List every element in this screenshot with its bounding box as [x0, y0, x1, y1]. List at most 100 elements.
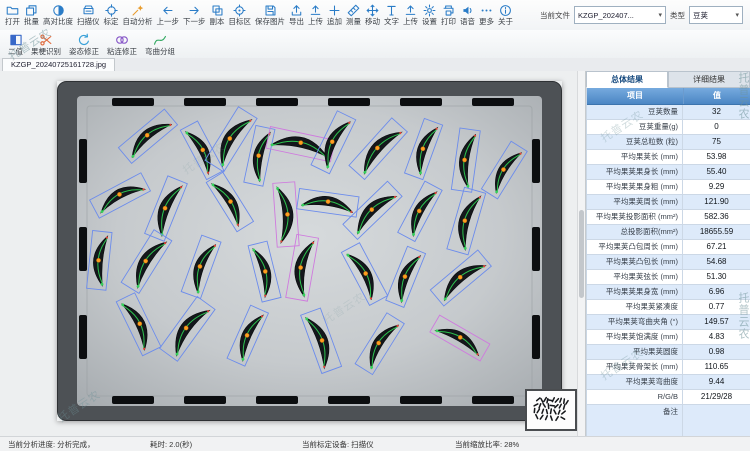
metric-label: 豆荚数量	[587, 105, 683, 119]
file-tab[interactable]: KZGP_20240725161728.jpg	[2, 58, 115, 71]
toolbar-button-upload[interactable]: 上传	[306, 2, 325, 29]
metric-label: R/G/B	[587, 390, 683, 404]
metric-label: 平均果荚紧凑度	[587, 300, 683, 314]
toolbar-button-overlap[interactable]: 粘连修正	[103, 31, 141, 57]
metric-value: 54.68	[683, 255, 750, 269]
toolbar-button-scanner[interactable]: 扫描仪	[75, 2, 102, 29]
metric-value: 9.29	[683, 180, 750, 194]
main-toolbar: 打开批量高对比度扫描仪标定自动分析上一步下一步副本目标区保存图片导出上传追加测量…	[0, 0, 750, 31]
copy-icon	[211, 4, 224, 17]
toolbar-button-print[interactable]: 打印	[439, 2, 458, 29]
remark-value	[683, 405, 750, 436]
toolbar-button-arrow-left[interactable]: 上一步	[155, 2, 182, 29]
tab-detailed-results[interactable]: 详细结果	[668, 71, 750, 88]
file-bar: 当前文件 KZGP_202407... ▾ 类型 豆荚 ▾	[540, 6, 747, 24]
metric-value: 55.40	[683, 165, 750, 179]
document-tabbar: KZGP_20240725161728.jpg	[0, 58, 750, 72]
contrast-icon	[52, 4, 65, 17]
scan-image[interactable]	[57, 81, 562, 421]
table-row: 平均果荚果身长 (mm)55.40	[587, 165, 750, 180]
toolbar-button-calibrate[interactable]: 标定	[102, 2, 121, 29]
canvas-scrollbar[interactable]	[577, 71, 585, 437]
toolbar-button-about[interactable]: 关于	[496, 2, 515, 29]
current-file-label: 当前文件	[540, 10, 570, 21]
metric-label: 平均果荚长 (mm)	[587, 150, 683, 164]
save-icon	[264, 4, 277, 17]
toolbar-button-more[interactable]: 更多	[477, 2, 496, 29]
toolbar-button-open-folder[interactable]: 打开	[3, 2, 22, 29]
upload-icon	[404, 4, 417, 17]
toolbar-button-arrow-right[interactable]: 下一步	[181, 2, 208, 29]
metric-label: 平均果荚投影面积 (mm²)	[587, 210, 683, 224]
metric-label: 平均果荚弯曲夹角 (°)	[587, 315, 683, 329]
toolbar-button-label: 高对比度	[43, 18, 73, 26]
toolbar-button-append[interactable]: 追加	[325, 2, 344, 29]
toolbar-button-label: 副本	[210, 18, 225, 26]
toolbar-button-label: 粘连修正	[107, 48, 137, 56]
curve-icon	[153, 33, 167, 47]
metric-label: 平均果荚弦长 (mm)	[587, 270, 683, 284]
toolbar-button-batch[interactable]: 批量	[22, 2, 41, 29]
toolbar-button-binary[interactable]: 二值	[4, 31, 27, 57]
toolbar-button-measure[interactable]: 测量	[344, 2, 363, 29]
binary-thumbnail[interactable]	[525, 389, 577, 431]
table-row: 豆荚重量(g)0	[587, 120, 750, 135]
toolbar-button-label: 上一步	[157, 18, 180, 26]
toolbar-button-rotate[interactable]: 姿态修正	[65, 31, 103, 57]
toolbar-button-settings[interactable]: 设置	[420, 2, 439, 29]
remark-label: 备注	[587, 405, 683, 436]
image-canvas[interactable]	[0, 71, 577, 437]
toolbar-button-scissors[interactable]: 果梗识别	[27, 31, 65, 57]
metric-value: 18655.59	[683, 225, 750, 239]
metric-value: 582.36	[683, 210, 750, 224]
toolbar-button-curve[interactable]: 弯曲分组	[141, 31, 179, 57]
chevron-down-icon: ▾	[735, 11, 739, 19]
scanner-icon	[82, 4, 95, 17]
toolbar-button-upload[interactable]: 上传	[401, 2, 420, 29]
toolbar-button-label: 姿态修正	[69, 48, 99, 56]
metric-label: 平均果荚果身粗 (mm)	[587, 180, 683, 194]
toolbar-button-export[interactable]: 导出	[287, 2, 306, 29]
append-icon	[328, 4, 341, 17]
table-row: 平均果荚投影面积 (mm²)582.36	[587, 210, 750, 225]
metric-value: 53.98	[683, 150, 750, 164]
results-panel: 总体结果 详细结果 项目 值 豆荚数量32豆荚重量(g)0豆荚总粒数 (粒)75…	[585, 71, 750, 437]
secondary-toolbar: 二值果梗识别姿态修正粘连修正弯曲分组	[0, 30, 750, 59]
table-row: 平均果荚弯曲度9.44	[587, 375, 750, 390]
toolbar-button-label: 打印	[441, 18, 456, 26]
toolbar-button-label: 关于	[498, 18, 513, 26]
toolbar-button-label: 设置	[422, 18, 437, 26]
current-file-value: KZGP_202407...	[578, 11, 634, 20]
metric-label: 平均果荚饱满度 (mm)	[587, 330, 683, 344]
metric-value: 67.21	[683, 240, 750, 254]
metric-value: 110.65	[683, 360, 750, 374]
metric-label: 平均果荚凸包周长 (mm)	[587, 240, 683, 254]
metric-value: 9.44	[683, 375, 750, 389]
toolbar-button-voice[interactable]: 语音	[458, 2, 477, 29]
table-row: 平均果荚紧凑度0.77	[587, 300, 750, 315]
toolbar-button-auto-analyze[interactable]: 自动分析	[121, 2, 155, 29]
metric-value: 32	[683, 105, 750, 119]
toolbar-button-label: 移动	[365, 18, 380, 26]
toolbar-button-text[interactable]: 文字	[382, 2, 401, 29]
toolbar-button-contrast[interactable]: 高对比度	[41, 2, 75, 29]
scrollbar-thumb[interactable]	[579, 210, 584, 298]
header-value: 值	[684, 88, 750, 104]
metric-value: 149.57	[683, 315, 750, 329]
main-area: 总体结果 详细结果 项目 值 豆荚数量32豆荚重量(g)0豆荚总粒数 (粒)75…	[0, 71, 750, 437]
export-icon	[290, 4, 303, 17]
metric-value: 6.96	[683, 285, 750, 299]
type-select[interactable]: 豆荚 ▾	[689, 6, 743, 24]
current-file-select[interactable]: KZGP_202407... ▾	[574, 6, 666, 24]
toolbar-button-move[interactable]: 移动	[363, 2, 382, 29]
toolbar-button-target[interactable]: 目标区	[227, 2, 254, 29]
table-row: 平均果荚饱满度 (mm)4.83	[587, 330, 750, 345]
results-table-header: 项目 值	[587, 88, 750, 105]
tab-overall-results[interactable]: 总体结果	[586, 71, 668, 88]
status-device: 当前标定设备: 扫描仪	[302, 439, 374, 450]
metric-label: 平均果荚骨架长 (mm)	[587, 360, 683, 374]
toolbar-button-copy[interactable]: 副本	[208, 2, 227, 29]
toolbar-button-save[interactable]: 保存图片	[253, 2, 287, 29]
table-row: 平均果荚圆度0.98	[587, 345, 750, 360]
arrow-left-icon	[161, 4, 174, 17]
